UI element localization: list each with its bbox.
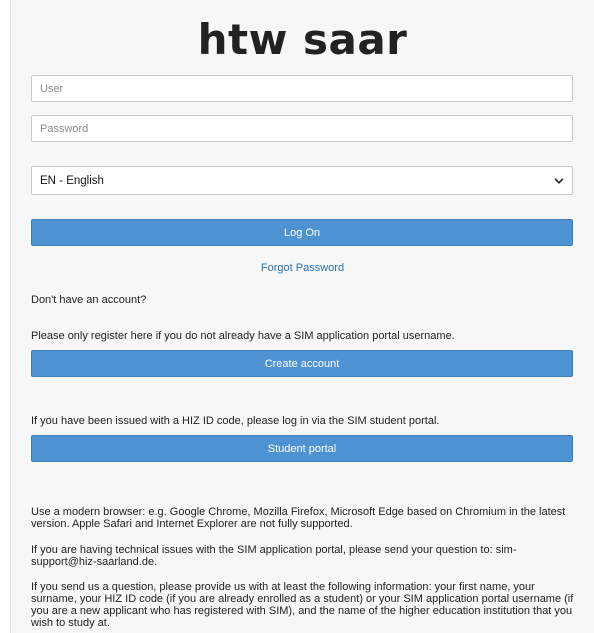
no-account-text: Don't have an account? [31,294,147,306]
login-panel: htw saar EN - English Log On Forgot Pass… [10,0,594,633]
question-info-text: If you send us a question, please provid… [31,581,574,629]
forgot-password-link[interactable]: Forgot Password [11,262,594,274]
language-select[interactable]: EN - English [31,166,573,195]
student-portal-info-text: If you have been issued with a HIZ ID co… [31,415,440,427]
browser-note-text: Use a modern browser: e.g. Google Chrome… [31,506,566,530]
technical-issues-text: If you are having technical issues with … [31,544,517,568]
htw-saar-logo: htw saar [197,15,408,64]
chevron-down-icon [554,176,564,186]
register-info-text: Please only register here if you do not … [31,330,455,342]
create-account-button[interactable]: Create account [31,350,573,377]
log-on-button[interactable]: Log On [31,219,573,246]
password-input[interactable] [31,115,573,142]
language-select-value: EN - English [40,174,104,187]
student-portal-button[interactable]: Student portal [31,435,573,462]
user-input[interactable] [31,75,573,102]
